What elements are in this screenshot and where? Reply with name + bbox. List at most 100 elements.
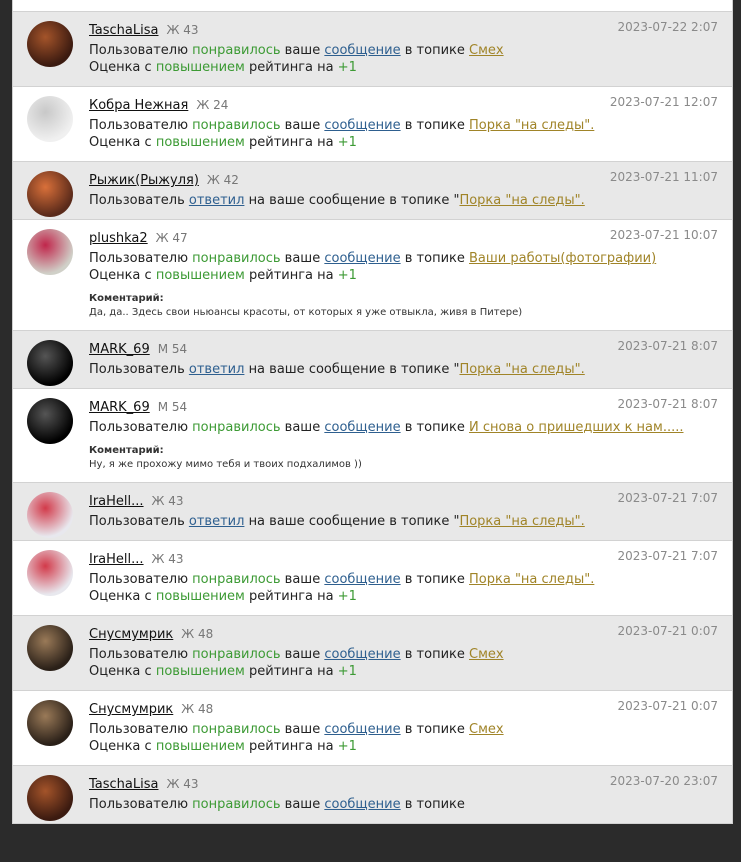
username-link[interactable]: Снусмумрик [89, 701, 173, 718]
avatar[interactable] [27, 171, 73, 217]
avatar[interactable] [27, 21, 73, 67]
text-in-topic: в топике [404, 647, 465, 662]
topic-link[interactable]: Порка "на следы". [469, 118, 594, 133]
text-your: ваше [284, 572, 321, 587]
message-link[interactable]: сообщение [324, 797, 400, 812]
rating-line: Оценка с повышением рейтинга на +1 [89, 59, 720, 76]
username-link[interactable]: MARK_69 [89, 341, 150, 358]
username-link[interactable]: IraHell... [89, 551, 144, 568]
avatar[interactable] [27, 492, 73, 538]
text-prefix: Пользователю [89, 420, 189, 435]
username-link[interactable]: TaschaLisa [89, 22, 158, 39]
notification-item: 2023-07-21 0:07 Снусмумрик Ж 48 Пользова… [13, 691, 732, 766]
user-age-badge: Ж 42 [206, 173, 239, 187]
message-link[interactable]: сообщение [324, 43, 400, 58]
username-link[interactable]: Кобра Нежная [89, 97, 188, 114]
text-your: ваше [284, 251, 321, 266]
topic-link[interactable]: Смех [469, 43, 504, 58]
rating-up-word: повышением [155, 135, 245, 150]
text-your: ваше [284, 797, 321, 812]
notification-date: 2023-07-21 10:07 [609, 228, 718, 242]
notification-text: Пользователю понравилось ваше сообщение … [89, 721, 720, 738]
notification-text: Пользователю понравилось ваше сообщение … [89, 646, 720, 663]
liked-word: понравилось [192, 420, 281, 435]
text-your: ваше [284, 722, 321, 737]
user-age-badge: Ж 43 [166, 23, 199, 37]
reply-link[interactable]: ответил [189, 362, 245, 377]
notification-date: 2023-07-21 8:07 [617, 339, 719, 353]
reply-link[interactable]: ответил [189, 193, 245, 208]
text-in-topic: в топике [404, 118, 465, 133]
rating-line: Оценка с повышением рейтинга на +1 [89, 588, 720, 605]
message-link[interactable]: сообщение [324, 722, 400, 737]
text-prefix: Пользователю [89, 647, 189, 662]
topic-link[interactable]: Порка "на следы". [469, 572, 594, 587]
text-prefix: Пользователю [89, 797, 189, 812]
notification-item: 2023-07-21 11:07 Рыжик(Рыжуля) Ж 42 Поль… [13, 162, 732, 220]
notification-item: 2023-07-21 8:07 MARK_69 М 54 Пользовател… [13, 389, 732, 483]
notification-item: 2023-07-21 8:07 MARK_69 М 54 Пользовател… [13, 331, 732, 389]
comment-title: Коментарий: [89, 445, 164, 456]
notification-item: 2023-07-20 23:07 TaschaLisa Ж 43 Пользов… [13, 766, 732, 824]
comment-block: Коментарий: Ну, я же прохожу мимо тебя и … [89, 444, 720, 472]
avatar[interactable] [27, 700, 73, 746]
message-link[interactable]: сообщение [324, 647, 400, 662]
rating-value: +1 [337, 739, 357, 754]
username-link[interactable]: plushka2 [89, 230, 148, 247]
avatar[interactable] [27, 96, 73, 142]
topic-link[interactable]: Смех [469, 647, 504, 662]
text-prefix: Пользователь [89, 362, 185, 377]
comment-block: Коментарий: Да, да.. Здесь свои ньюансы к… [89, 292, 720, 320]
rating-middle: рейтинга на [249, 60, 334, 75]
liked-word: понравилось [192, 118, 281, 133]
text-in-topic: в топике [404, 251, 465, 266]
notification-date: 2023-07-21 12:07 [609, 95, 718, 109]
text-in-topic: в топике [404, 572, 465, 587]
avatar[interactable] [27, 775, 73, 821]
topic-link[interactable]: Порка "на следы". [459, 514, 584, 529]
text-in-topic: в топике [404, 797, 465, 812]
message-link[interactable]: сообщение [324, 251, 400, 266]
topic-link[interactable]: Смех [469, 722, 504, 737]
topic-link[interactable]: И снова о пришедших к нам..... [469, 420, 683, 435]
user-age-badge: Ж 48 [181, 627, 214, 641]
avatar[interactable] [27, 550, 73, 596]
avatar[interactable] [27, 625, 73, 671]
reply-link[interactable]: ответил [189, 514, 245, 529]
notification-item: 2023-07-22 2:07 TaschaLisa Ж 43 Пользова… [13, 12, 732, 87]
username-link[interactable]: TaschaLisa [89, 776, 158, 793]
liked-word: понравилось [192, 722, 281, 737]
rating-prefix: Оценка с [89, 268, 152, 283]
rating-middle: рейтинга на [249, 664, 334, 679]
notification-date: 2023-07-21 0:07 [617, 699, 719, 713]
rating-value: +1 [337, 589, 357, 604]
avatar[interactable] [27, 340, 73, 386]
message-link[interactable]: сообщение [324, 118, 400, 133]
user-age-badge: М 54 [157, 342, 188, 356]
username-link[interactable]: IraHell... [89, 493, 144, 510]
rating-prefix: Оценка с [89, 135, 152, 150]
avatar[interactable] [27, 229, 73, 275]
topic-link[interactable]: Ваши работы(фотографии) [469, 251, 656, 266]
comment-text: Ну, я же прохожу мимо тебя и твоих подха… [89, 459, 362, 470]
username-link[interactable]: MARK_69 [89, 399, 150, 416]
username-link[interactable]: Снусмумрик [89, 626, 173, 643]
topic-link[interactable]: Порка "на следы". [459, 193, 584, 208]
user-age-badge: Ж 43 [166, 777, 199, 791]
notification-item: 2023-07-21 7:07 IraHell... Ж 43 Пользова… [13, 483, 732, 541]
liked-word: понравилось [192, 572, 281, 587]
message-link[interactable]: сообщение [324, 572, 400, 587]
rating-line: Оценка с повышением рейтинга на +1 [89, 738, 720, 755]
notification-date: 2023-07-21 8:07 [617, 397, 719, 411]
avatar[interactable] [27, 398, 73, 444]
notification-text: Пользователю понравилось ваше сообщение … [89, 117, 720, 134]
text-your: ваше [284, 43, 321, 58]
notification-text: Пользователь ответил на ваше сообщение в… [89, 514, 585, 529]
notification-item: 2023-07-21 10:07 plushka2 Ж 47 Пользоват… [13, 220, 732, 331]
username-link[interactable]: Рыжик(Рыжуля) [89, 172, 199, 189]
notification-text: Пользователю понравилось ваше сообщение … [89, 796, 720, 813]
message-link[interactable]: сообщение [324, 420, 400, 435]
comment-title: Коментарий: [89, 293, 164, 304]
rating-line: Оценка с повышением рейтинга на +1 [89, 267, 720, 284]
topic-link[interactable]: Порка "на следы". [459, 362, 584, 377]
